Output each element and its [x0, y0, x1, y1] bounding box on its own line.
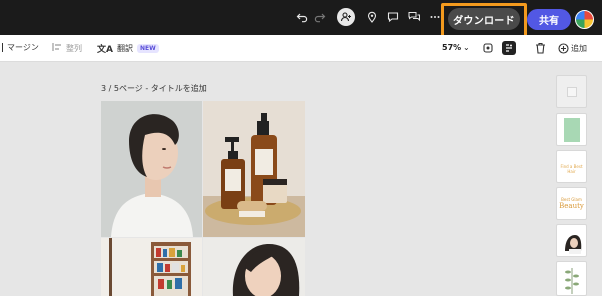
location-pin-icon[interactable]	[364, 9, 380, 25]
page-thumbnail-3[interactable]: Find a Best Hair	[556, 150, 587, 183]
page-thumbnail-2[interactable]	[556, 113, 587, 146]
add-icon[interactable]	[556, 41, 570, 55]
page-thumbnail-5[interactable]	[556, 224, 587, 257]
new-badge: NEW	[136, 44, 159, 53]
arrange-tool[interactable]: 整列	[52, 42, 82, 54]
zoom-level[interactable]: 57%	[442, 43, 461, 52]
arrange-label: 整列	[66, 43, 82, 53]
translate-label: 翻訳	[116, 44, 133, 53]
margin-icon	[0, 43, 3, 52]
undo-icon[interactable]	[294, 9, 310, 25]
share-button[interactable]: 共有	[527, 9, 571, 30]
photo-bottles[interactable]	[203, 101, 305, 237]
photo-shelf[interactable]	[101, 238, 202, 296]
page-thumbnail-4[interactable]: Best Glam Beauty	[556, 187, 587, 220]
page-thumbnail-1[interactable]	[556, 75, 587, 108]
margin-tool[interactable]: マージン	[0, 42, 39, 53]
copy-style-icon[interactable]	[481, 41, 495, 55]
margin-label: マージン	[7, 43, 39, 52]
thumbnail-text: Find a Best Hair	[560, 164, 583, 174]
redo-icon[interactable]	[312, 9, 328, 25]
download-highlight-box	[441, 3, 527, 38]
page-thumbnail-6[interactable]	[556, 261, 587, 296]
layers-icon[interactable]	[502, 41, 516, 55]
translate-tool[interactable]: 文A 翻訳 NEW	[97, 42, 159, 55]
editor-toolbar: マージン 整列 文A 翻訳 NEW 57% ⌄ 追加	[0, 35, 602, 62]
translate-icon: 文A	[97, 45, 113, 55]
page-title[interactable]: 3 / 5ページ - タイトルを追加	[101, 83, 207, 94]
avatar[interactable]	[575, 10, 594, 29]
arrange-icon	[52, 42, 62, 54]
add-person-icon[interactable]	[337, 8, 355, 26]
comments-icon[interactable]	[406, 9, 422, 25]
trash-icon[interactable]	[533, 41, 547, 55]
add-label[interactable]: 追加	[571, 43, 587, 54]
photo-woman-portrait[interactable]	[101, 101, 202, 237]
chevron-down-icon[interactable]: ⌄	[463, 43, 470, 52]
comment-icon[interactable]	[385, 9, 401, 25]
thumbnail-big-text: Beauty	[559, 202, 584, 210]
photo-woman-side[interactable]	[203, 238, 305, 296]
